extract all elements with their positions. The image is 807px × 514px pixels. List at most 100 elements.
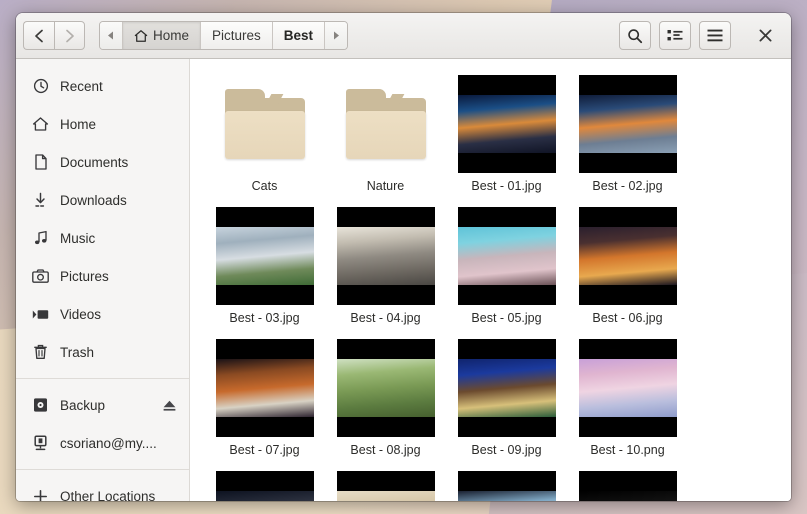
file-item[interactable]: Best - 06.jpg — [567, 201, 688, 333]
file-item[interactable]: Best - 05.jpg — [446, 201, 567, 333]
image-thumbnail — [457, 75, 556, 173]
item-label: Best - 04.jpg — [350, 311, 421, 325]
document-icon — [32, 154, 49, 171]
folder-icon — [223, 89, 307, 159]
plus-icon — [32, 488, 49, 501]
vertical-scrollbar[interactable] — [785, 61, 790, 341]
sidebar-item-downloads[interactable]: Downloads — [16, 181, 189, 219]
view-toggle-button[interactable] — [659, 21, 691, 50]
search-icon — [627, 28, 643, 44]
sidebar-item-pictures[interactable]: Pictures — [16, 257, 189, 295]
folder-item[interactable]: Nature — [325, 69, 446, 201]
sidebar-item-label: Recent — [60, 78, 103, 94]
image-thumbnail — [457, 339, 556, 437]
file-item[interactable]: Best - 02.jpg — [567, 69, 688, 201]
thumbnail-image-content — [457, 95, 556, 153]
thumbnail-container — [578, 471, 677, 501]
thumbnail-container — [578, 207, 677, 305]
thumbnail-container — [578, 339, 677, 437]
back-button[interactable] — [23, 21, 54, 50]
file-item[interactable]: Best - 07.jpg — [204, 333, 325, 465]
header-actions — [619, 21, 781, 50]
music-note-icon — [32, 230, 49, 247]
window-body: Recent Home Documents Downloads Music Pi… — [16, 59, 791, 501]
file-item[interactable]: Best - 01.jpg — [446, 69, 567, 201]
sidebar-item-backup[interactable]: Backup — [16, 386, 189, 424]
thumbnail-image-content — [215, 491, 314, 501]
sidebar-item-label: Videos — [60, 306, 102, 322]
file-item[interactable]: Best - 10.png — [567, 333, 688, 465]
item-label: Best - 05.jpg — [471, 311, 542, 325]
file-item[interactable]: Best - 08.jpg — [325, 333, 446, 465]
image-thumbnail — [215, 207, 314, 305]
drive-icon — [32, 397, 49, 414]
triangle-right-icon — [334, 31, 340, 40]
sidebar-item-other-locations[interactable]: Other Locations — [16, 477, 189, 501]
thumbnail-container — [215, 339, 314, 437]
item-label: Best - 06.jpg — [592, 311, 663, 325]
breadcrumb: Home Pictures Best — [99, 21, 349, 50]
sidebar-divider — [16, 378, 189, 379]
thumbnail-image-content — [457, 491, 556, 501]
sidebar-item-trash[interactable]: Trash — [16, 333, 189, 371]
file-item[interactable]: Best - 04.jpg — [325, 201, 446, 333]
folder-icon — [344, 89, 428, 159]
breadcrumb-item-pictures[interactable]: Pictures — [201, 22, 273, 49]
thumbnail-image-content — [336, 491, 435, 501]
sidebar-item-music[interactable]: Music — [16, 219, 189, 257]
thumbnail-container — [336, 471, 435, 501]
file-item[interactable]: Best - 09.jpg — [446, 333, 567, 465]
sidebar-item-documents[interactable]: Documents — [16, 143, 189, 181]
thumbnail-container — [215, 471, 314, 501]
file-item[interactable]: Best - 12.jpg — [325, 465, 446, 501]
triangle-left-icon — [108, 31, 113, 40]
folder-item[interactable]: Cats — [204, 69, 325, 201]
home-icon — [32, 116, 49, 133]
image-thumbnail — [578, 207, 677, 305]
breadcrumb-item-home[interactable]: Home — [123, 22, 202, 49]
sidebar-item-label: Documents — [60, 154, 129, 170]
thumbnail-image-content — [215, 227, 314, 285]
sidebar-item-network-location[interactable]: csoriano@my.... — [16, 424, 189, 462]
file-item[interactable] — [567, 465, 688, 501]
close-button[interactable] — [749, 23, 781, 49]
trash-icon — [32, 344, 49, 361]
file-item[interactable]: Best - 11.jpg — [204, 465, 325, 501]
menu-button[interactable] — [699, 21, 731, 50]
image-thumbnail — [578, 75, 677, 173]
file-item[interactable]: Best - 03.jpg — [204, 201, 325, 333]
thumbnail-image-content — [457, 227, 556, 285]
eject-icon[interactable] — [162, 399, 177, 412]
sidebar: Recent Home Documents Downloads Music Pi… — [16, 59, 190, 501]
list-view-icon — [667, 29, 683, 43]
thumbnail-image-content — [457, 359, 556, 417]
sidebar-item-label: Trash — [60, 344, 95, 360]
image-thumbnail — [578, 471, 677, 501]
window-headerbar: Home Pictures Best — [16, 13, 791, 59]
image-thumbnail — [578, 339, 677, 437]
sidebar-item-label: Downloads — [60, 192, 127, 208]
thumbnail-container — [216, 75, 314, 173]
pathbar-scroll-right[interactable] — [325, 22, 348, 49]
pathbar-scroll-left[interactable] — [100, 22, 123, 49]
file-item[interactable]: Best - 13.png — [446, 465, 567, 501]
sidebar-item-videos[interactable]: Videos — [16, 295, 189, 333]
sidebar-item-home[interactable]: Home — [16, 105, 189, 143]
image-thumbnail — [457, 471, 556, 501]
breadcrumb-item-best[interactable]: Best — [272, 22, 326, 49]
search-button[interactable] — [619, 21, 651, 50]
breadcrumb-label: Best — [283, 28, 314, 43]
chevron-right-icon — [64, 29, 76, 43]
forward-button[interactable] — [54, 21, 85, 50]
image-thumbnail — [336, 339, 435, 437]
thumbnail-image-content — [578, 491, 677, 501]
thumbnail-container — [457, 471, 556, 501]
download-icon — [32, 192, 49, 209]
file-list-view[interactable]: Cats Nature Best - 01.jpg Best - 02.jpg Best… — [190, 59, 791, 501]
breadcrumb-label: Home — [153, 28, 190, 43]
sidebar-item-recent[interactable]: Recent — [16, 67, 189, 105]
thumbnail-image-content — [336, 227, 435, 285]
thumbnail-image-content — [215, 359, 314, 417]
thumbnail-container — [457, 75, 556, 173]
image-thumbnail — [215, 339, 314, 437]
